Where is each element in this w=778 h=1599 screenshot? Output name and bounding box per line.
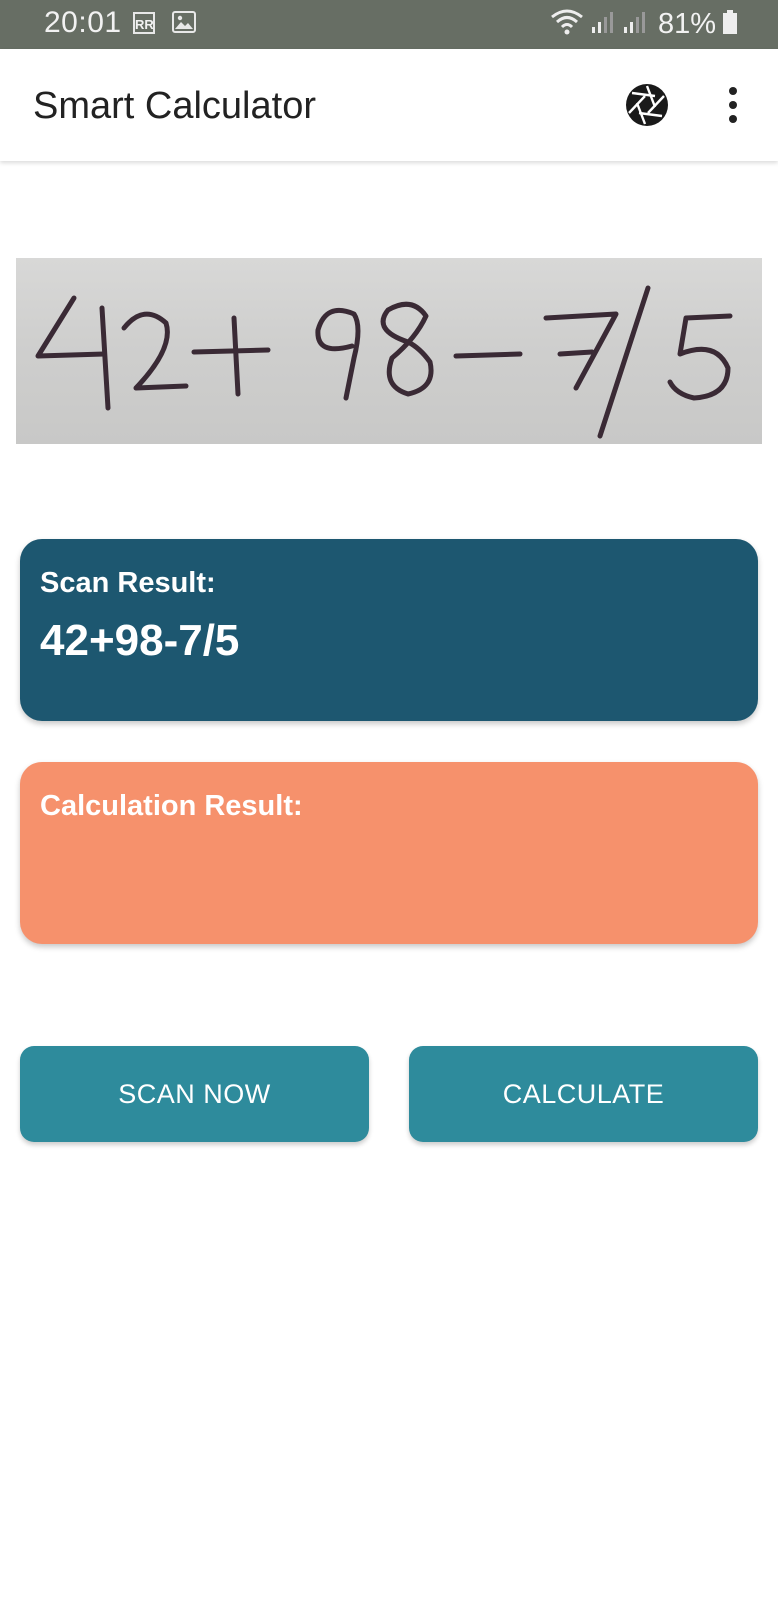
scanned-expression-image xyxy=(16,258,762,444)
signal-icon-1 xyxy=(590,9,616,40)
calculation-result-label: Calculation Result: xyxy=(40,790,303,822)
status-indicators: 81% xyxy=(550,4,738,44)
app-title: Smart Calculator xyxy=(33,85,316,127)
signal-icon-2 xyxy=(622,9,648,40)
aperture-icon[interactable] xyxy=(625,83,669,132)
status-time: 20:01 xyxy=(44,6,122,39)
scan-result-card: Scan Result: 42+98-7/5 xyxy=(20,539,758,721)
calculation-result-card: Calculation Result: xyxy=(20,762,758,944)
battery-icon xyxy=(722,9,738,40)
scan-result-label: Scan Result: xyxy=(40,567,216,599)
rr-icon: RR xyxy=(133,12,155,34)
more-vert-icon[interactable] xyxy=(720,85,746,125)
battery-percent: 81% xyxy=(657,7,716,40)
wifi-icon xyxy=(550,7,584,42)
scan-now-button[interactable]: SCAN NOW xyxy=(20,1046,369,1142)
calculate-button[interactable]: CALCULATE xyxy=(409,1046,758,1142)
image-notification-icon xyxy=(172,11,196,38)
scan-result-value: 42+98-7/5 xyxy=(40,616,240,665)
app-bar: Smart Calculator xyxy=(0,49,778,161)
status-bar: 20:01 RR 81% xyxy=(0,0,778,49)
